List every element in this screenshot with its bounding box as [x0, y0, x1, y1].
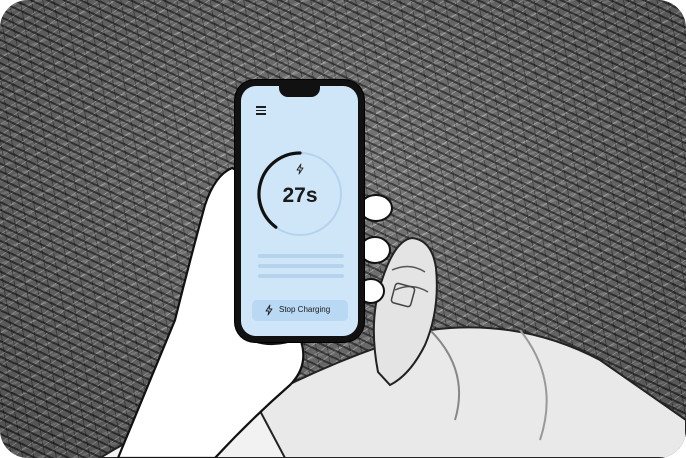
stop-charging-button[interactable]: Stop Charging	[252, 300, 348, 321]
placeholder-line	[258, 264, 344, 268]
timer-value: 27s	[282, 184, 318, 207]
lightning-bolt-icon	[296, 163, 304, 175]
photo-scene: 27s Stop Charging	[0, 0, 686, 458]
hamburger-menu-icon	[256, 106, 266, 115]
finger	[359, 236, 391, 264]
menu-button[interactable]	[254, 104, 268, 116]
pants-leg	[249, 326, 686, 458]
smartphone: 27s Stop Charging	[235, 80, 364, 342]
phone-notch	[279, 86, 320, 97]
placeholder-line	[258, 254, 344, 258]
app-screen: 27s Stop Charging	[241, 86, 358, 336]
lightning-bolt-icon	[265, 304, 273, 316]
placeholder-line	[258, 274, 344, 278]
stop-charging-label: Stop Charging	[279, 305, 331, 314]
finger	[359, 194, 393, 222]
